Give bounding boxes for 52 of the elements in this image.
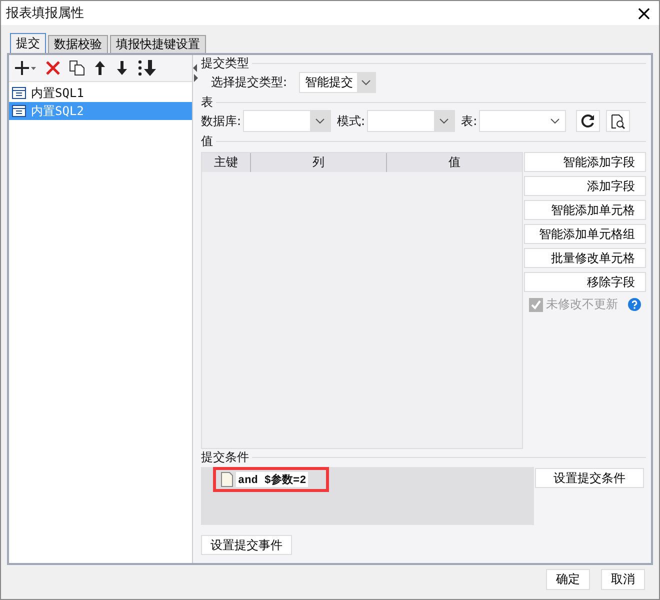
- tab[interactable]: 提交: [10, 33, 46, 53]
- section-heading: 值: [201, 134, 213, 148]
- table-icon: [12, 87, 26, 99]
- copy-icon[interactable]: [69, 60, 85, 76]
- section-heading: 提交条件: [201, 450, 249, 464]
- dropdown-field[interactable]: [367, 110, 456, 132]
- refresh-button[interactable]: [576, 110, 600, 132]
- help-icon[interactable]: [628, 298, 641, 311]
- splitter-arrows-icon[interactable]: [193, 63, 198, 83]
- dialog-button[interactable]: 确定: [546, 569, 590, 590]
- set-condition-button[interactable]: 设置提交条件: [535, 468, 644, 488]
- action-button[interactable]: 移除字段: [524, 272, 646, 292]
- caret-icon: [550, 118, 560, 124]
- tab[interactable]: 填报快捷键设置: [110, 35, 206, 53]
- table-icon: [12, 105, 26, 117]
- action-button[interactable]: 智能添加单元格: [524, 200, 646, 220]
- action-button[interactable]: 添加字段: [524, 176, 646, 196]
- type-dropdown[interactable]: 智能提交: [299, 72, 376, 92]
- caret-icon: [357, 72, 376, 92]
- field-label: 模式:: [337, 112, 366, 130]
- caret-icon: [315, 118, 326, 124]
- window-title: 报表填报属性: [6, 5, 84, 22]
- field-label: 数据库:: [201, 112, 242, 130]
- section-heading: 表: [201, 95, 213, 109]
- sidebar-item[interactable]: 内置SQL1: [9, 84, 192, 102]
- field-label: 选择提交类型:: [211, 74, 288, 90]
- section-heading: 提交类型: [201, 56, 249, 70]
- dialog-button[interactable]: 取消: [601, 569, 645, 590]
- refresh-icon: [581, 114, 596, 128]
- condition-text[interactable]: and $参数=2: [236, 472, 308, 487]
- dropdown-field[interactable]: [243, 110, 332, 132]
- column-header[interactable]: 列: [251, 153, 387, 172]
- up-arrow-icon[interactable]: [93, 60, 107, 76]
- tab[interactable]: 数据校验: [48, 35, 108, 53]
- dropdown-field[interactable]: [479, 110, 566, 132]
- move-bottom-icon[interactable]: [137, 59, 157, 77]
- column-header[interactable]: 主键: [202, 153, 251, 172]
- column-header[interactable]: 值: [387, 153, 522, 172]
- document-icon: [221, 472, 233, 487]
- delete-icon[interactable]: [45, 60, 61, 76]
- close-button[interactable]: ×: [629, 3, 659, 23]
- preview-icon: [611, 114, 626, 128]
- down-arrow-icon[interactable]: [115, 60, 129, 76]
- action-button[interactable]: 智能添加单元格组: [524, 224, 646, 244]
- preview-button[interactable]: [606, 110, 630, 132]
- set-event-button[interactable]: 设置提交事件: [201, 535, 292, 555]
- add-icon[interactable]: [15, 60, 37, 76]
- field-label: 表:: [461, 112, 478, 130]
- checkbox-label: 未修改不更新: [546, 296, 618, 313]
- action-button[interactable]: 批量修改单元格: [524, 248, 646, 268]
- action-button[interactable]: 智能添加字段: [524, 152, 646, 172]
- caret-icon: [439, 118, 450, 124]
